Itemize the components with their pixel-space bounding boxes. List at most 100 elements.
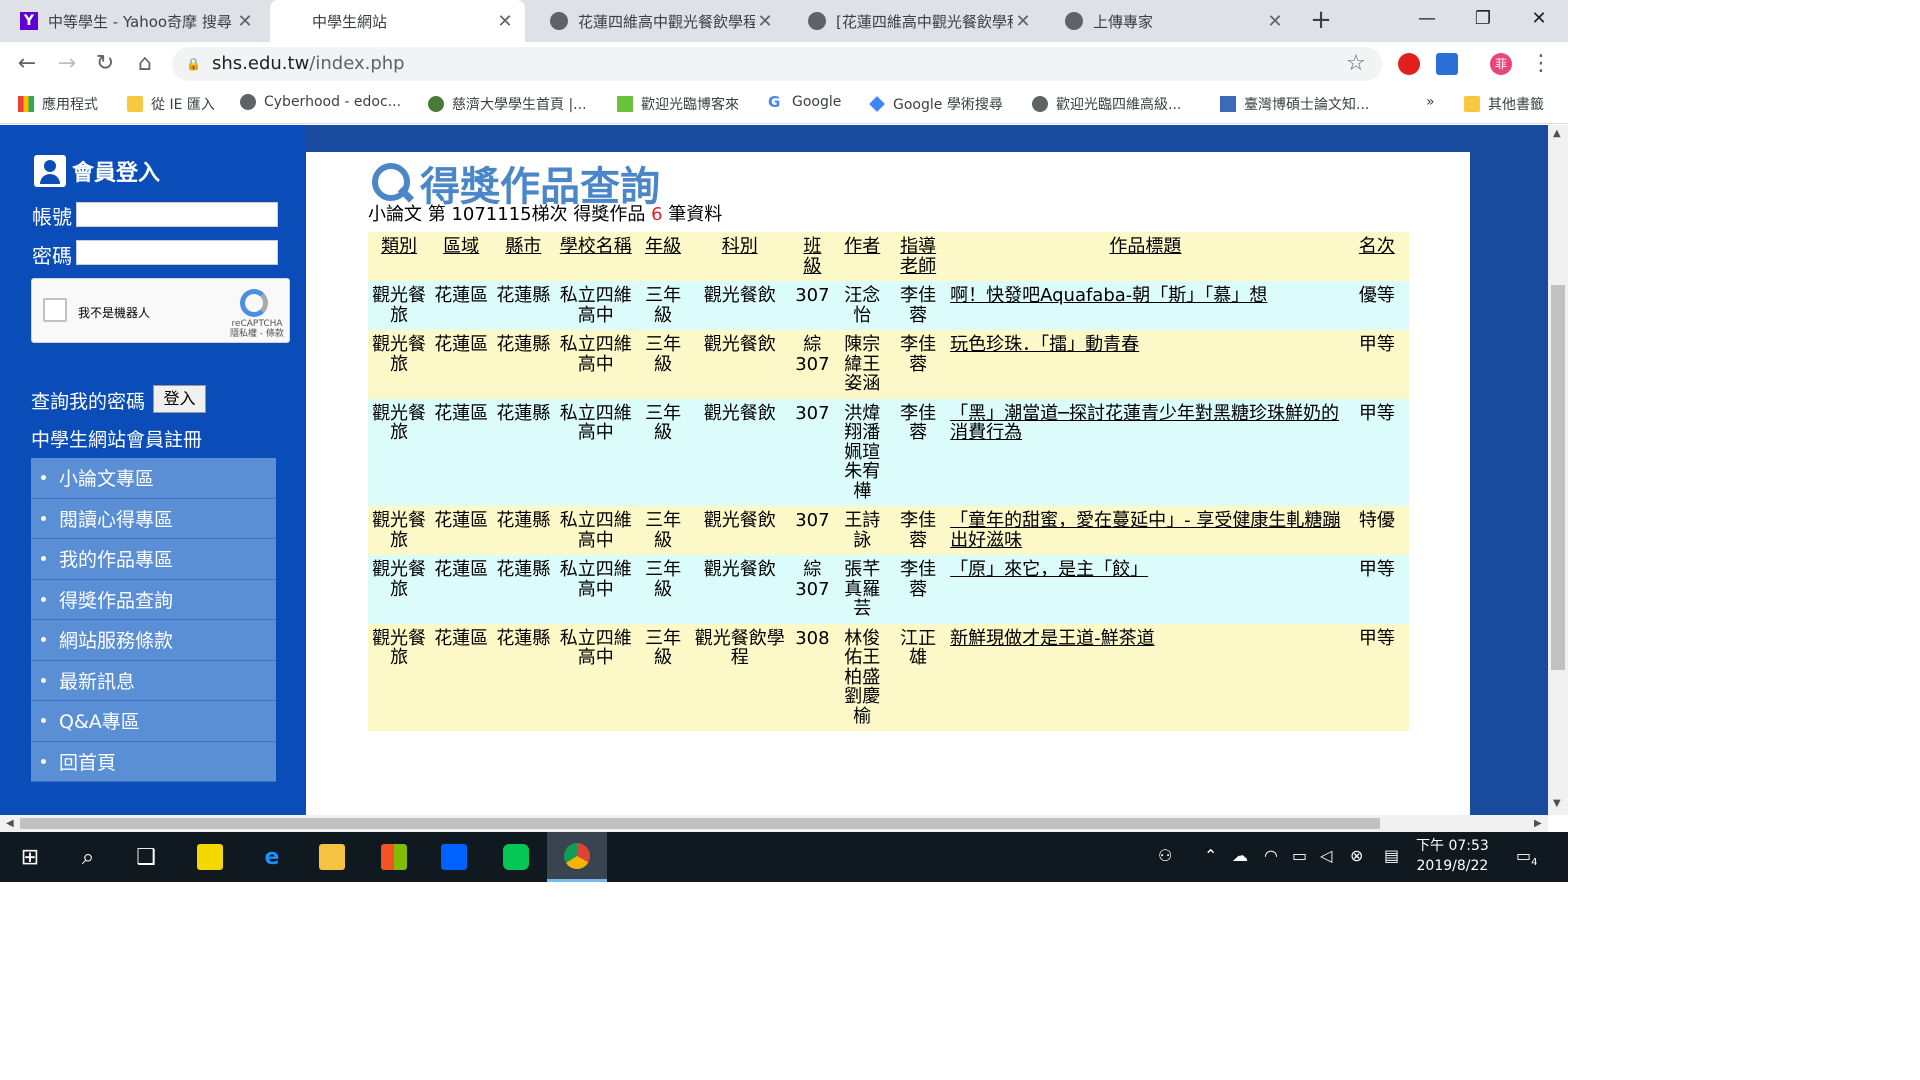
menu-dots-icon[interactable]: ⋮ <box>1526 50 1556 78</box>
new-tab-button[interactable]: + <box>1306 6 1336 36</box>
forward-arrow-icon[interactable]: → <box>52 50 82 78</box>
cell-title[interactable]: 「黑」潮當道─探討花蓮青少年對黑糖珍珠鮮奶的消費行為 <box>946 399 1345 507</box>
column-header-category[interactable]: 類別 <box>368 232 430 281</box>
lock-icon[interactable]: 🔒 <box>186 57 201 71</box>
close-icon[interactable]: ✕ <box>495 11 515 32</box>
bookmark-ie-import[interactable]: 從 IE 匯入 <box>127 94 215 114</box>
file-explorer-icon[interactable] <box>302 832 362 882</box>
edge-icon[interactable]: e <box>242 832 302 882</box>
column-header-county[interactable]: 縣市 <box>492 232 554 281</box>
bookmark-star-icon[interactable]: ☆ <box>1346 51 1366 76</box>
cell-title[interactable]: 啊！快發吧Aquafaba-朝「斯」「慕」想 <box>946 281 1345 330</box>
column-header-teacher[interactable]: 指導老師 <box>890 232 946 281</box>
bookmark-label: Cyberhood - edoc... <box>264 94 402 110</box>
sidebar-item-essay[interactable]: 小論文專區 <box>31 458 276 499</box>
result-summary: 小論文 第 1071115梯次 得獎作品 6 筆資料 <box>368 200 722 226</box>
close-icon[interactable]: ✕ <box>755 11 775 32</box>
bookmark-books[interactable]: 歡迎光臨博客來 <box>617 94 739 114</box>
close-icon[interactable]: ✕ <box>235 11 255 32</box>
scroll-up-icon[interactable]: ▲ <box>1553 128 1561 139</box>
column-header-school[interactable]: 學校名稱 <box>554 232 637 281</box>
ime-icon[interactable]: ▤ <box>1384 846 1399 865</box>
close-icon[interactable]: ✕ <box>1265 11 1285 32</box>
tab-siwei-2[interactable]: [花蓮四維高中觀光餐飲學程 ✕ <box>788 0 1043 42</box>
tab-siwei-1[interactable]: 花蓮四維高中觀光餐飲學程 ✕ <box>530 0 785 42</box>
bookmark-other[interactable]: 其他書籤 <box>1464 94 1544 114</box>
extension-red-icon[interactable] <box>1398 53 1420 75</box>
bookmarks-overflow[interactable]: » <box>1426 94 1435 110</box>
sidebar-item-news[interactable]: 最新訊息 <box>31 660 276 701</box>
bookmark-siwei[interactable]: 歡迎光臨四維高級... <box>1032 94 1181 114</box>
potplayer-icon[interactable] <box>180 832 240 882</box>
cell-title[interactable]: 新鮮現做才是王道-鮮茶道 <box>946 624 1345 732</box>
recaptcha-checkbox[interactable] <box>43 298 67 322</box>
bookmark-ndltd[interactable]: 臺灣博碩士論文知... <box>1220 94 1369 114</box>
volume-icon[interactable]: ◁ <box>1320 846 1332 865</box>
restore-button[interactable]: ❐ <box>1456 0 1510 42</box>
column-header-class[interactable]: 班級 <box>790 232 834 281</box>
sidebar-item-award-search[interactable]: 得獎作品查詢 <box>31 579 276 620</box>
back-arrow-icon[interactable]: ← <box>12 50 42 78</box>
bookmark-apps[interactable]: 應用程式 <box>18 94 98 114</box>
wifi-icon[interactable]: ◠ <box>1264 846 1278 865</box>
tab-upload[interactable]: 上傳專家 ✕ <box>1045 0 1295 42</box>
register-link[interactable]: 中學生網站會員註冊 <box>31 425 202 452</box>
login-button[interactable]: 登入 <box>153 385 206 413</box>
battery-icon[interactable]: ▭ <box>1292 846 1307 865</box>
column-header-title[interactable]: 作品標題 <box>946 232 1345 281</box>
network-blocked-icon[interactable]: ⊗ <box>1350 846 1363 865</box>
password-input[interactable] <box>76 240 278 265</box>
bookmark-cyberhood[interactable]: Cyberhood - edoc... <box>240 94 401 110</box>
tab-active[interactable]: 中學生網站 ✕ <box>270 0 525 42</box>
clock[interactable]: 下午 07:53 2019/8/22 <box>1416 836 1489 876</box>
search-icon[interactable]: ⌕ <box>58 832 118 882</box>
scroll-left-icon[interactable]: ◀ <box>6 818 14 829</box>
recaptcha-brand: reCAPTCHA 隱私權 - 條款 <box>230 319 284 339</box>
chevron-up-icon[interactable]: ⌃ <box>1204 846 1217 865</box>
horizontal-scroll-thumb[interactable] <box>20 818 1380 829</box>
bookmark-tzuchi[interactable]: 慈濟大學學生首頁 |... <box>428 94 587 114</box>
people-icon[interactable]: ⚇ <box>1158 846 1172 865</box>
minimize-button[interactable]: — <box>1400 0 1454 42</box>
vertical-scroll-thumb[interactable] <box>1551 285 1565 670</box>
scroll-down-icon[interactable]: ▼ <box>1553 798 1561 809</box>
account-input[interactable] <box>76 202 278 227</box>
sidebar-item-my-works[interactable]: 我的作品專區 <box>31 539 276 580</box>
bookmark-scholar[interactable]: Google 學術搜尋 <box>869 94 1003 114</box>
cell-grade: 三年級 <box>645 402 682 443</box>
window-close-button[interactable]: ✕ <box>1512 0 1566 42</box>
clock-date: 2019/8/22 <box>1416 858 1489 874</box>
cell-title[interactable]: 「原」來它，是主「餃」 <box>946 555 1345 624</box>
sidebar-item-terms[interactable]: 網站服務條款 <box>31 620 276 661</box>
sidebar-item-reading[interactable]: 閱讀心得專區 <box>31 498 276 539</box>
onedrive-icon[interactable]: ☁ <box>1232 846 1248 865</box>
recaptcha-terms[interactable]: 隱私權 - 條款 <box>230 329 284 339</box>
sidebar-item-home[interactable]: 回首頁 <box>31 741 276 782</box>
tab-yahoo[interactable]: Y 中等學生 - Yahoo奇摩 搜尋 ✕ <box>0 0 265 42</box>
task-view-icon[interactable]: ❑ <box>116 832 176 882</box>
dropbox-icon[interactable] <box>424 832 484 882</box>
forgot-password-link[interactable]: 查詢我的密碼 <box>31 387 145 414</box>
notification-icon[interactable]: ▭4 <box>1516 846 1538 868</box>
reload-icon[interactable]: ↻ <box>90 50 120 78</box>
home-icon[interactable]: ⌂ <box>130 50 160 78</box>
column-header-authors[interactable]: 作者 <box>834 232 890 281</box>
close-icon[interactable]: ✕ <box>1013 11 1033 32</box>
line-icon[interactable] <box>486 832 546 882</box>
store-icon[interactable] <box>364 832 424 882</box>
cell-title[interactable]: 玩色珍珠．「擂」動青春 <box>946 330 1345 399</box>
column-header-grade[interactable]: 年級 <box>637 232 689 281</box>
windows-start-icon[interactable]: ⊞ <box>0 832 60 882</box>
column-header-area[interactable]: 區域 <box>430 232 492 281</box>
sidebar-item-qa[interactable]: Q&A專區 <box>31 701 276 742</box>
extension-blue-icon[interactable] <box>1436 53 1458 75</box>
url-text[interactable]: shs.edu.tw/index.php <box>212 53 405 74</box>
bookmark-google[interactable]: G Google <box>768 94 841 110</box>
column-header-rank[interactable]: 名次 <box>1345 232 1409 281</box>
bookmark-label: 從 IE 匯入 <box>151 97 215 113</box>
column-header-dept[interactable]: 科別 <box>689 232 790 281</box>
profile-avatar[interactable]: 菲 <box>1490 53 1512 75</box>
scroll-right-icon[interactable]: ▶ <box>1534 818 1542 829</box>
chrome-icon[interactable] <box>547 832 607 882</box>
cell-title[interactable]: 「童年的甜蜜，愛在蔓延中」- 享受健康生軋糖蹦出好滋味 <box>946 506 1345 555</box>
